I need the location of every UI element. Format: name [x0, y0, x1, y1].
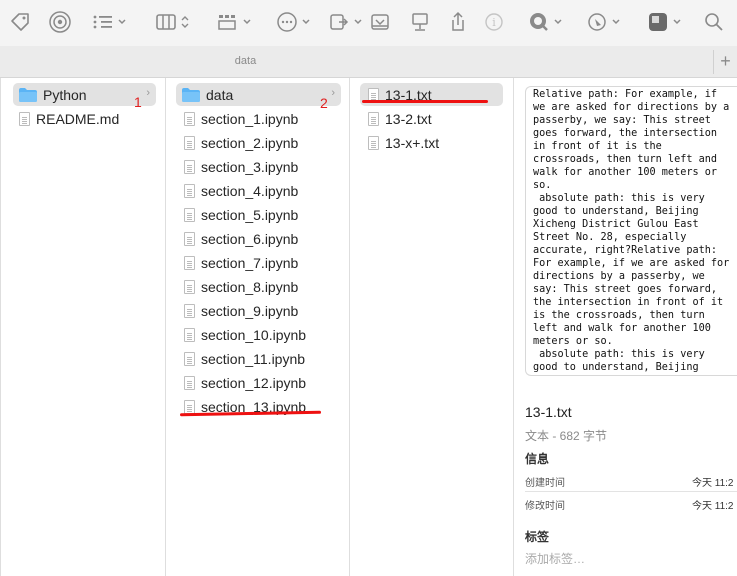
- item-label: section_10.ipynb: [201, 326, 307, 343]
- item-label: section_11.ipynb: [201, 350, 306, 367]
- document-icon: [184, 279, 195, 294]
- document-icon: [184, 135, 195, 150]
- preview-content: Relative path: For example, if we are as…: [533, 89, 730, 373]
- column-python: data › 2 section_1.ipynb section_2.ipynb…: [166, 78, 350, 576]
- chevron-down-icon: [554, 19, 562, 25]
- share-icon[interactable]: [328, 10, 363, 34]
- list-item[interactable]: 13-x+.txt: [368, 131, 439, 154]
- column-root: Python › 1 README.md: [0, 78, 166, 576]
- svg-text:i: i: [492, 16, 496, 29]
- list-item[interactable]: section_7.ipynb: [184, 251, 298, 274]
- gallery-view-icon[interactable]: [217, 10, 252, 34]
- item-label: section_7.ipynb: [201, 254, 299, 271]
- list-item-readme[interactable]: README.md: [19, 107, 119, 130]
- document-icon: [184, 183, 195, 198]
- folder-icon: [19, 87, 37, 102]
- new-tab-button[interactable]: +: [713, 50, 737, 74]
- chevron-right-icon: ›: [146, 87, 150, 99]
- folder-icon: [182, 87, 200, 102]
- chevron-right-icon: ›: [331, 87, 335, 99]
- more-icon[interactable]: [276, 10, 311, 34]
- document-icon: [368, 111, 379, 126]
- annotation-underline: [362, 100, 488, 103]
- modified-label: 修改时间: [525, 501, 565, 512]
- item-label: section_1.ipynb: [201, 110, 299, 127]
- list-view-icon[interactable]: [92, 10, 127, 34]
- item-label: 13-2.txt: [385, 110, 432, 127]
- chevron-down-icon: [354, 19, 362, 25]
- list-item[interactable]: section_3.ipynb: [184, 155, 298, 178]
- list-item[interactable]: section_12.ipynb: [184, 371, 306, 394]
- item-label: section_5.ipynb: [201, 206, 299, 223]
- list-item[interactable]: section_9.ipynb: [184, 299, 298, 322]
- document-icon: [184, 327, 195, 342]
- column-view-icon[interactable]: [155, 10, 190, 34]
- chevron-down-icon: [118, 19, 126, 25]
- list-item[interactable]: section_10.ipynb: [184, 323, 306, 346]
- pen-icon[interactable]: [586, 10, 621, 34]
- list-item-data-folder[interactable]: data ›: [176, 83, 341, 106]
- divider: [525, 491, 737, 492]
- list-item[interactable]: section_4.ipynb: [184, 179, 298, 202]
- document-icon: [368, 135, 379, 150]
- airdrop-icon[interactable]: [48, 10, 72, 34]
- list-item[interactable]: section_2.ipynb: [184, 131, 298, 154]
- item-label: section_3.ipynb: [201, 158, 299, 175]
- document-icon: [184, 303, 195, 318]
- modified-value: 今天 11:2: [692, 501, 734, 512]
- document-icon: [184, 399, 195, 414]
- created-label: 创建时间: [525, 478, 565, 489]
- app-icon[interactable]: [647, 10, 682, 34]
- item-label: 13-x+.txt: [385, 134, 440, 151]
- chevron-down-icon: [612, 19, 620, 25]
- column-data: 13-1.txt 13-2.txt 13-x+.txt: [350, 78, 514, 576]
- list-item[interactable]: section_6.ipynb: [184, 227, 298, 250]
- preview-file-name: 13-1.txt: [525, 404, 572, 420]
- sort-icon: [181, 16, 189, 28]
- document-icon: [184, 207, 195, 222]
- document-icon: [184, 111, 195, 126]
- tags-heading: 标签: [525, 530, 550, 544]
- upload-icon[interactable]: [448, 10, 468, 34]
- item-label: data: [206, 86, 234, 103]
- document-icon: [19, 111, 30, 126]
- file-preview[interactable]: Relative path: For example, if we are as…: [525, 86, 737, 376]
- document-icon: [184, 159, 195, 174]
- toolbar: i: [0, 0, 737, 46]
- item-label: section_4.ipynb: [201, 182, 299, 199]
- document-icon: [184, 351, 195, 366]
- item-label: README.md: [36, 110, 120, 127]
- add-tag-input[interactable]: 添加标签…: [525, 550, 585, 567]
- list-item[interactable]: section_8.ipynb: [184, 275, 298, 298]
- item-label: Python: [43, 86, 87, 103]
- document-icon: [184, 231, 195, 246]
- annotation-marker-2: 2: [320, 95, 328, 111]
- tag-icon[interactable]: [9, 10, 31, 34]
- created-value: 今天 11:2: [692, 478, 734, 489]
- item-label: section_8.ipynb: [201, 278, 299, 295]
- chevron-down-icon: [243, 19, 251, 25]
- list-item[interactable]: section_11.ipynb: [184, 347, 305, 370]
- preview-file-kind: 文本 - 682 字节: [525, 429, 608, 443]
- item-label: section_9.ipynb: [201, 302, 299, 319]
- document-icon: [184, 255, 195, 270]
- device-icon[interactable]: [410, 10, 430, 34]
- search-icon[interactable]: [704, 10, 724, 34]
- document-icon: [184, 375, 195, 390]
- info-icon[interactable]: i: [484, 10, 504, 34]
- item-label: section_6.ipynb: [201, 230, 299, 247]
- list-item[interactable]: section_5.ipynb: [184, 203, 298, 226]
- archive-icon[interactable]: [369, 10, 391, 34]
- list-item[interactable]: 13-2.txt: [368, 107, 432, 130]
- item-label: section_2.ipynb: [201, 134, 299, 151]
- chevron-down-icon: [673, 19, 681, 25]
- tab-title[interactable]: data: [0, 55, 491, 67]
- tab-bar: data +: [0, 46, 737, 78]
- list-item[interactable]: section_1.ipynb: [184, 107, 298, 130]
- chevron-down-icon: [302, 19, 310, 25]
- item-label: section_12.ipynb: [201, 374, 307, 391]
- zoom-icon[interactable]: [528, 10, 563, 34]
- info-heading: 信息: [525, 452, 550, 466]
- annotation-marker-1: 1: [134, 94, 142, 110]
